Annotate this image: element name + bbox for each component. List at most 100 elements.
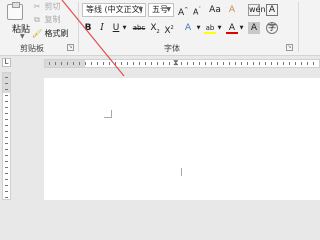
ruler-tick bbox=[169, 62, 170, 65]
ruler-tick bbox=[5, 197, 8, 198]
clipboard-group-label: 剪贴板 bbox=[20, 44, 44, 53]
ruler-tick bbox=[229, 62, 230, 65]
phonetic-guide-label: wén bbox=[249, 5, 266, 14]
change-case-label: Aa bbox=[209, 5, 221, 15]
ruler-tick bbox=[289, 62, 290, 65]
ruler-tick bbox=[109, 62, 110, 65]
ruler-tick bbox=[259, 62, 260, 65]
strikethrough-button[interactable]: abc bbox=[132, 22, 146, 34]
font-launcher-icon[interactable]: ↘ bbox=[286, 44, 293, 51]
text-effects-button[interactable]: A bbox=[182, 22, 194, 34]
ruler-tick bbox=[5, 95, 8, 96]
ruler-tick bbox=[5, 125, 8, 126]
ruler-tick bbox=[241, 62, 242, 65]
ruler-tick bbox=[79, 62, 80, 65]
clipboard-launcher-icon[interactable]: ↘ bbox=[67, 44, 74, 51]
font-size-combo[interactable]: 五号 ▼ bbox=[148, 3, 174, 17]
ruler-tick bbox=[265, 62, 266, 65]
ruler-tick bbox=[115, 62, 116, 65]
chevron-down-icon[interactable]: ▼ bbox=[138, 4, 143, 16]
clear-format-label: A bbox=[228, 5, 236, 15]
margin-corner-mark bbox=[174, 168, 182, 176]
ruler-tick bbox=[97, 62, 98, 65]
tab-selector-label: L bbox=[4, 58, 9, 66]
chevron-down-icon[interactable]: ▼ bbox=[20, 33, 25, 40]
ruler-tick bbox=[205, 62, 206, 65]
font-color-bar bbox=[226, 32, 238, 34]
ruler-tick bbox=[217, 62, 218, 65]
clear-format-button[interactable]: A bbox=[226, 4, 238, 16]
ruler-tick bbox=[151, 62, 152, 65]
copy-button[interactable]: ⧉ 复制 bbox=[32, 14, 61, 25]
ruler-tick bbox=[5, 89, 8, 90]
tab-selector[interactable]: L bbox=[2, 58, 11, 67]
ruler-tick bbox=[61, 62, 62, 65]
format-painter-button[interactable]: 🖌 格式刷 bbox=[32, 28, 69, 39]
highlight-button[interactable]: ab bbox=[204, 22, 216, 34]
ruler-tick bbox=[301, 62, 302, 65]
copy-label: 复制 bbox=[44, 15, 61, 24]
chevron-down-icon[interactable]: ▼ bbox=[166, 4, 171, 16]
paste-button[interactable]: 粘贴 ▼ bbox=[4, 2, 30, 40]
font-color-button[interactable]: A bbox=[226, 22, 238, 34]
ruler-area: L ⧗ bbox=[0, 56, 320, 70]
bold-button[interactable]: B bbox=[84, 22, 92, 34]
ruler-tick bbox=[5, 143, 8, 144]
char-shading-button[interactable]: A bbox=[248, 22, 260, 34]
ruler-tick bbox=[277, 62, 278, 65]
ruler-tick bbox=[127, 62, 128, 65]
ruler-tick bbox=[145, 62, 146, 65]
ruler-tick bbox=[5, 77, 8, 78]
char-border-button[interactable]: A bbox=[266, 4, 278, 16]
ruler-tick bbox=[67, 62, 68, 65]
ruler-tick bbox=[313, 62, 314, 65]
underline-button[interactable]: U bbox=[112, 22, 120, 34]
subscript-button[interactable]: X2 bbox=[150, 22, 160, 35]
ruler-tick bbox=[187, 62, 188, 65]
font-name-combo[interactable]: 等线 (中文正文) ▼ bbox=[82, 3, 146, 17]
chevron-down-icon[interactable]: ▼ bbox=[196, 22, 201, 34]
format-painter-label: 格式刷 bbox=[44, 29, 69, 38]
chevron-down-icon[interactable]: ▼ bbox=[217, 22, 222, 34]
italic-label: I bbox=[100, 23, 104, 33]
ruler-tick bbox=[5, 83, 8, 84]
ruler-tick bbox=[271, 62, 272, 65]
highlight-color-bar bbox=[204, 32, 216, 34]
phonetic-guide-button[interactable]: wén bbox=[248, 4, 266, 16]
underline-label: U bbox=[112, 23, 120, 33]
chevron-down-icon[interactable]: ▼ bbox=[122, 22, 127, 34]
ruler-tick bbox=[175, 62, 176, 65]
ruler-tick bbox=[5, 191, 8, 192]
ruler-tick bbox=[5, 113, 8, 114]
cut-label: 剪切 bbox=[44, 2, 61, 11]
enclose-char-button[interactable]: 字 bbox=[266, 22, 278, 34]
ruler-tick bbox=[85, 62, 86, 65]
ruler-tick bbox=[283, 62, 284, 65]
ruler-tick bbox=[121, 62, 122, 65]
ruler-tick bbox=[55, 62, 56, 65]
ruler-tick bbox=[5, 131, 8, 132]
enclose-char-label: 字 bbox=[268, 23, 276, 32]
superscript-button[interactable]: X2 bbox=[164, 22, 174, 36]
ruler-tick bbox=[295, 62, 296, 65]
vertical-ruler[interactable] bbox=[2, 72, 11, 200]
font-group-label: 字体 bbox=[164, 44, 180, 53]
shrink-font-button[interactable]: Aˇ bbox=[192, 4, 202, 17]
chevron-down-icon[interactable]: ▼ bbox=[239, 22, 244, 34]
ruler-tick bbox=[5, 179, 8, 180]
ruler-tick bbox=[103, 62, 104, 65]
group-separator bbox=[298, 2, 299, 52]
char-border-label: A bbox=[268, 5, 276, 15]
ruler-tick bbox=[157, 62, 158, 65]
document-page[interactable] bbox=[44, 78, 320, 200]
grow-font-button[interactable]: A^ bbox=[178, 4, 188, 18]
ruler-tick bbox=[307, 62, 308, 65]
strikethrough-label: abc bbox=[132, 24, 146, 32]
ruler-tick bbox=[5, 155, 8, 156]
copy-icon: ⧉ bbox=[34, 15, 40, 24]
cut-button[interactable]: ✂ 剪切 bbox=[32, 1, 61, 12]
italic-button[interactable]: I bbox=[98, 22, 106, 34]
change-case-button[interactable]: Aa bbox=[208, 4, 222, 16]
horizontal-ruler[interactable]: ⧗ bbox=[44, 58, 320, 68]
ruler-tick bbox=[49, 62, 50, 65]
